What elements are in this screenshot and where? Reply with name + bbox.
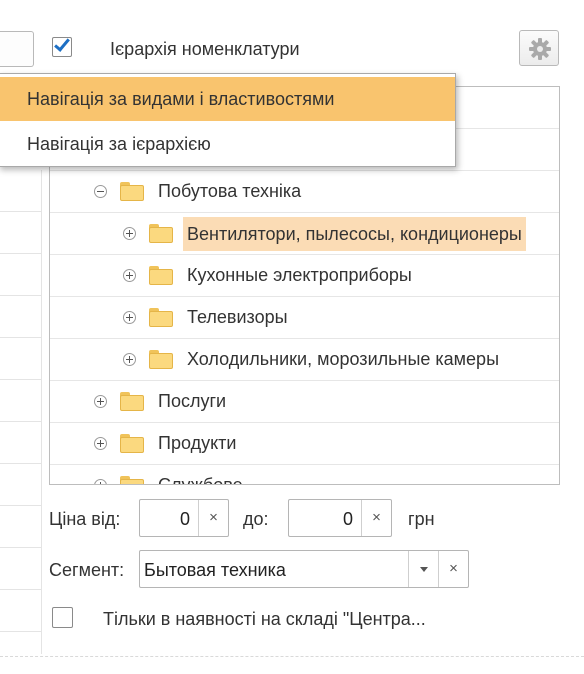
tree-row[interactable]: Кухонные электроприборы: [50, 255, 559, 297]
tree-row-label: Побутова техніка: [158, 181, 302, 201]
chevron-down-icon[interactable]: [408, 551, 438, 587]
list-item[interactable]: [0, 464, 42, 506]
price-from-label: Ціна від:: [49, 509, 121, 529]
segment-select[interactable]: Бытовая техника ×: [139, 550, 469, 588]
tree-row-label: Вентилятори, пылесосы, кондиционеры: [183, 217, 526, 251]
list-item[interactable]: [0, 548, 42, 590]
tree-row[interactable]: Телевизоры: [50, 297, 559, 339]
price-to-field[interactable]: 0 ×: [288, 499, 392, 537]
tree-row-label: Кухонные электроприборы: [187, 265, 412, 285]
segment-value: Бытовая техника: [144, 560, 286, 580]
tree-row[interactable]: Холодильники, морозильные камеры: [50, 339, 559, 381]
expand-icon[interactable]: [94, 479, 107, 484]
list-item[interactable]: [0, 296, 42, 338]
currency-label: грн: [408, 509, 435, 529]
tree-row-label: Послуги: [158, 391, 227, 411]
hierarchy-label: Ієрархія номенклатури: [110, 39, 300, 59]
clear-icon[interactable]: ×: [361, 500, 391, 536]
navigation-menu: Навігація за видами і властивостями Наві…: [0, 73, 456, 167]
folder-icon: [149, 350, 173, 369]
tree-row[interactable]: Вентилятори, пылесосы, кондиционеры: [50, 213, 559, 255]
list-item[interactable]: [0, 506, 42, 548]
price-to-label: до:: [243, 509, 269, 529]
clear-icon[interactable]: ×: [198, 500, 228, 536]
clear-icon[interactable]: ×: [438, 551, 468, 587]
folder-icon: [120, 476, 144, 484]
price-to-value: 0: [342, 509, 353, 529]
price-from-value: 0: [179, 509, 190, 529]
expand-icon[interactable]: [123, 269, 136, 282]
expand-icon[interactable]: [94, 395, 107, 408]
expand-icon[interactable]: [123, 227, 136, 240]
folder-icon: [149, 266, 173, 285]
divider: [0, 656, 584, 657]
hierarchy-checkbox[interactable]: [52, 35, 72, 57]
segment-label: Сегмент:: [49, 560, 125, 580]
tree-row[interactable]: Службове: [50, 465, 559, 485]
settings-button[interactable]: [519, 30, 559, 66]
tree-row-label: Холодильники, морозильные камеры: [187, 349, 500, 369]
left-list: [0, 170, 42, 632]
in-stock-label: Тільки в наявності на складі "Центра...: [103, 609, 426, 629]
list-item[interactable]: [0, 212, 42, 254]
divider: [41, 170, 42, 654]
expand-icon[interactable]: [94, 437, 107, 450]
tree-row-label: Телевизоры: [187, 307, 288, 327]
folder-icon: [149, 224, 173, 243]
list-item[interactable]: [0, 380, 42, 422]
collapse-icon[interactable]: [94, 185, 107, 198]
folder-icon: [149, 308, 173, 327]
tree-row[interactable]: Послуги: [50, 381, 559, 423]
expand-icon[interactable]: [123, 311, 136, 324]
in-stock-checkbox[interactable]: [52, 607, 73, 628]
list-item[interactable]: [0, 170, 42, 212]
tree-row[interactable]: Побутова техніка: [50, 171, 559, 213]
menu-item-navigate-by-hierarchy[interactable]: Навігація за ієрархією: [0, 122, 455, 166]
list-item[interactable]: [0, 590, 42, 632]
folder-icon: [120, 434, 144, 453]
list-item[interactable]: [0, 422, 42, 464]
list-item[interactable]: [0, 254, 42, 296]
gear-icon: [529, 38, 551, 60]
price-from-field[interactable]: 0 ×: [139, 499, 229, 537]
tree-row-label: Службове: [158, 475, 243, 485]
folder-icon: [120, 392, 144, 411]
tree-row[interactable]: Продукти: [50, 423, 559, 465]
checkmark-icon: [54, 35, 70, 52]
tree-row-label: Продукти: [158, 433, 237, 453]
left-dropdown-button[interactable]: [0, 31, 34, 67]
folder-icon: [120, 182, 144, 201]
expand-icon[interactable]: [123, 353, 136, 366]
menu-item-navigate-by-kinds[interactable]: Навігація за видами і властивостями: [0, 77, 455, 121]
list-item[interactable]: [0, 338, 42, 380]
